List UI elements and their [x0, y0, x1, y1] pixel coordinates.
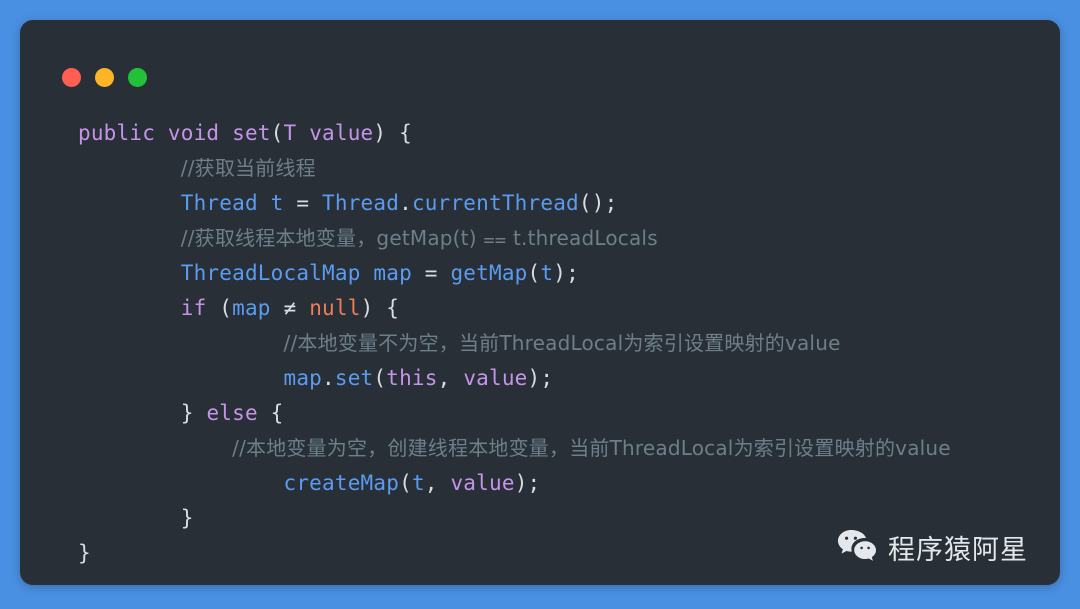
watermark: 程序猿阿星 — [837, 528, 1028, 567]
code-token: //本地变量不为空，当前ThreadLocal为索引设置映射的value — [283, 331, 841, 355]
code-token: = — [296, 191, 310, 215]
code-token: //获取线程本地变量，getMap(t) ⩵ t.threadLocals — [180, 226, 658, 250]
code-token: ( — [270, 121, 284, 145]
code-token: ( — [399, 471, 412, 495]
code-line: } else { — [20, 396, 1060, 431]
code-token: } — [180, 506, 194, 530]
code-line: ThreadLocalMap map = getMap(t); — [20, 256, 1060, 291]
code-token: set — [334, 366, 374, 390]
code-token: T — [283, 121, 297, 145]
code-token: void — [167, 121, 220, 145]
code-token: , — [424, 471, 451, 495]
close-button[interactable] — [62, 68, 81, 87]
code-token: { — [270, 401, 284, 425]
code-token: t — [540, 261, 554, 285]
code-token: else — [206, 401, 258, 425]
screenshot-stage: public void set(T value) { //获取当前线程 Thre… — [0, 0, 1080, 609]
code-token: ( — [373, 366, 387, 390]
code-token: ) { — [360, 296, 400, 320]
code-token: map — [232, 296, 271, 320]
code-line: //获取线程本地变量，getMap(t) ⩵ t.threadLocals — [20, 221, 1060, 256]
code-token: ; — [604, 191, 618, 215]
code-token: public — [78, 121, 156, 145]
code-token: ( — [527, 261, 541, 285]
code-line: //获取当前线程 — [20, 151, 1060, 186]
code-token: map — [283, 366, 323, 390]
code-token: this — [386, 366, 438, 390]
watermark-label: 程序猿阿星 — [888, 535, 1028, 566]
code-block[interactable]: public void set(T value) { //获取当前线程 Thre… — [20, 116, 1060, 571]
code-token: { — [399, 121, 412, 145]
code-token: set — [232, 121, 271, 145]
code-token: . — [322, 366, 335, 390]
code-line: //本地变量为空，创建线程本地变量，当前ThreadLocal为索引设置映射的v… — [20, 431, 1060, 466]
code-token: map — [373, 261, 412, 285]
wechat-icon — [837, 529, 877, 566]
code-token: //获取当前线程 — [180, 156, 316, 180]
code-line: map.set(this, value); — [20, 361, 1060, 396]
code-token: //本地变量为空，创建线程本地变量，当前ThreadLocal为索引设置映射的v… — [232, 436, 951, 460]
code-token: Thread — [322, 191, 400, 215]
code-line: public void set(T value) { — [20, 116, 1060, 151]
code-token: value — [463, 366, 528, 390]
code-line: Thread t = Thread.currentThread(); — [20, 186, 1060, 221]
code-token: ; — [566, 261, 579, 285]
code-token: getMap — [450, 261, 528, 285]
window-titlebar — [20, 20, 1060, 96]
code-line: if (map ≠ null) { — [20, 291, 1060, 326]
code-token: ; — [527, 471, 541, 495]
code-token: null — [309, 296, 361, 320]
code-token: , — [437, 366, 464, 390]
code-token: ; — [540, 366, 554, 390]
code-token: t — [270, 191, 284, 215]
code-line: //本地变量不为空，当前ThreadLocal为索引设置映射的value — [20, 326, 1060, 361]
maximize-button[interactable] — [128, 68, 147, 87]
code-token: ) — [373, 121, 387, 145]
code-token: ) — [514, 471, 528, 495]
minimize-button[interactable] — [95, 68, 114, 87]
code-token: ThreadLocalMap — [180, 261, 361, 285]
code-token: createMap — [283, 471, 400, 495]
code-token: ) — [553, 261, 567, 285]
code-token: currentThread — [411, 191, 579, 215]
code-token: () — [578, 191, 605, 215]
code-token: value — [309, 121, 374, 145]
code-token: ) — [527, 366, 541, 390]
code-window-card: public void set(T value) { //获取当前线程 Thre… — [20, 20, 1060, 585]
code-token: t — [411, 471, 425, 495]
code-token: } — [78, 541, 91, 565]
code-token: ≠ — [270, 296, 310, 320]
code-token: } — [180, 401, 194, 425]
code-line: createMap(t, value); — [20, 466, 1060, 501]
code-token: = — [424, 261, 438, 285]
code-token: ( — [206, 296, 233, 320]
code-token: if — [180, 296, 207, 320]
code-token: . — [399, 191, 412, 215]
code-token: value — [450, 471, 515, 495]
code-token: Thread — [180, 191, 258, 215]
